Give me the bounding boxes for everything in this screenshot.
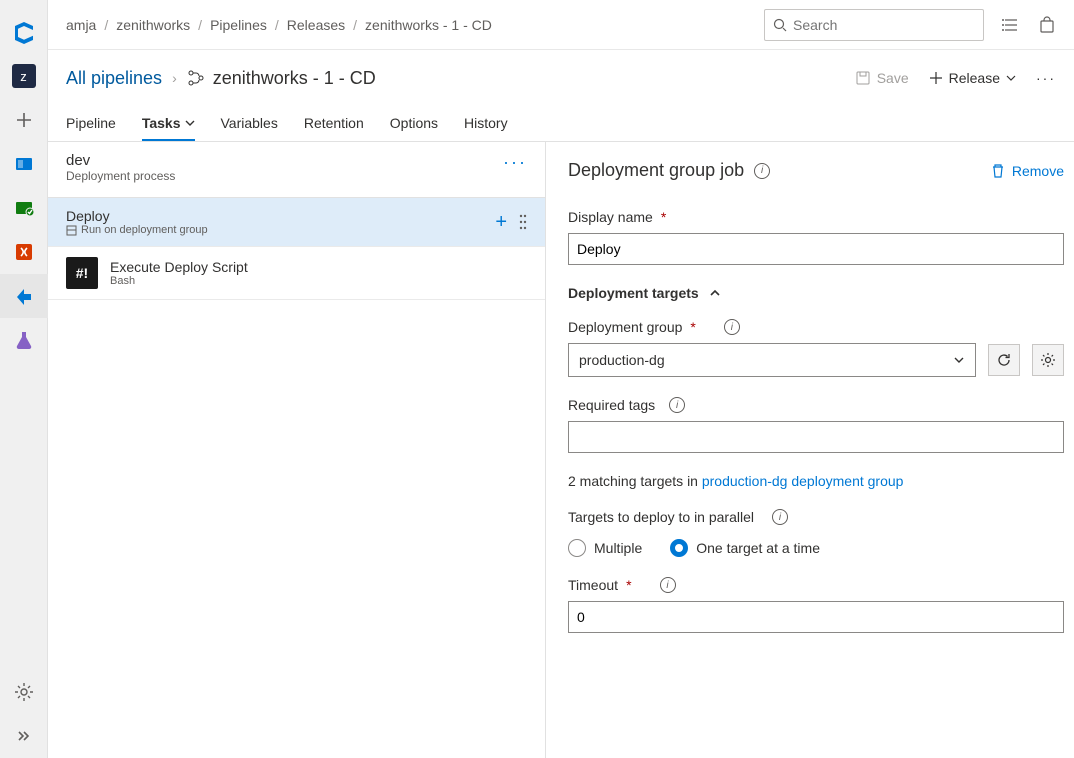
all-pipelines-link[interactable]: All pipelines	[66, 68, 162, 89]
tabs: Pipeline Tasks Variables Retention Optio…	[48, 106, 1074, 142]
tab-retention[interactable]: Retention	[304, 106, 364, 141]
crumb-2[interactable]: Pipelines	[210, 17, 267, 33]
chevron-right-icon: ›	[172, 70, 177, 86]
radio-off-icon	[568, 539, 586, 557]
gear-icon	[1040, 352, 1056, 368]
crumb-4[interactable]: zenithworks - 1 - CD	[365, 17, 492, 33]
search-input[interactable]	[764, 9, 984, 41]
search-icon	[773, 18, 787, 32]
stage-more-button[interactable]: ···	[503, 152, 527, 173]
rail-boards-icon[interactable]	[0, 142, 48, 186]
required-tags-input[interactable]	[568, 421, 1064, 453]
info-icon[interactable]: i	[669, 397, 685, 413]
refresh-icon	[996, 352, 1012, 368]
server-icon	[66, 225, 77, 236]
add-task-button[interactable]: +	[495, 211, 507, 234]
stage-subtitle: Deployment process	[66, 169, 503, 183]
deployment-targets-section[interactable]: Deployment targets	[568, 285, 1074, 301]
rail-settings-icon[interactable]	[0, 670, 48, 714]
crumb-3[interactable]: Releases	[287, 17, 345, 33]
tab-pipeline[interactable]: Pipeline	[66, 106, 116, 141]
tab-tasks[interactable]: Tasks	[142, 106, 195, 141]
info-icon[interactable]: i	[724, 319, 740, 335]
tasks-panel: dev Deployment process ··· Deploy Run on…	[48, 142, 546, 758]
tab-options[interactable]: Options	[390, 106, 438, 141]
nav-rail: z	[0, 0, 48, 758]
details-title: Deployment group job	[568, 160, 744, 181]
remove-button[interactable]: Remove	[990, 163, 1064, 179]
save-button[interactable]: Save	[855, 70, 909, 86]
task-execute-script[interactable]: #! Execute Deploy Script Bash	[48, 247, 545, 300]
radio-on-icon	[670, 539, 688, 557]
radio-one-at-a-time[interactable]: One target at a time	[670, 539, 820, 557]
rail-collapse-icon[interactable]	[0, 714, 48, 758]
refresh-button[interactable]	[988, 344, 1020, 376]
rail-testplans-icon[interactable]	[0, 318, 48, 362]
tab-variables[interactable]: Variables	[221, 106, 278, 141]
chevron-up-icon	[709, 287, 721, 299]
info-icon[interactable]: i	[660, 577, 676, 593]
stage-header[interactable]: dev Deployment process ···	[48, 142, 545, 198]
deployment-group-select[interactable]: production-dg	[568, 343, 976, 377]
rail-repos-icon[interactable]	[0, 186, 48, 230]
matching-targets-text: 2 matching targets in production-dg depl…	[568, 473, 1074, 489]
pipeline-icon	[187, 69, 205, 87]
manage-button[interactable]	[1032, 344, 1064, 376]
bag-icon[interactable]	[1038, 16, 1056, 34]
deployment-group-link[interactable]: production-dg deployment group	[702, 473, 904, 489]
crumb-0[interactable]: amja	[66, 17, 96, 33]
save-icon	[855, 70, 871, 86]
display-name-input[interactable]	[568, 233, 1064, 265]
info-icon[interactable]: i	[772, 509, 788, 525]
list-icon[interactable]	[1002, 16, 1020, 34]
rail-artifacts-icon[interactable]	[0, 230, 48, 274]
timeout-label: Timeout* i	[568, 577, 1064, 593]
chevron-down-icon	[1006, 73, 1016, 83]
deployment-group-label: Deployment group* i	[568, 319, 1064, 335]
crumb-1[interactable]: zenithworks	[116, 17, 190, 33]
job-deploy[interactable]: Deploy Run on deployment group +	[48, 198, 545, 247]
timeout-input[interactable]	[568, 601, 1064, 633]
rail-logo[interactable]	[0, 10, 48, 54]
chevron-down-icon	[953, 354, 965, 366]
more-button[interactable]: ···	[1036, 70, 1056, 86]
stage-name: dev	[66, 152, 503, 169]
details-panel: Deployment group job i Remove Display na…	[546, 142, 1074, 758]
page-title: zenithworks - 1 - CD	[187, 68, 376, 89]
drag-handle[interactable]	[519, 214, 527, 230]
plus-icon	[929, 71, 943, 85]
info-icon[interactable]: i	[754, 163, 770, 179]
display-name-label: Display name*	[568, 209, 1064, 225]
parallel-label: Targets to deploy to in parallel i	[568, 509, 1074, 525]
rail-add[interactable]	[0, 98, 48, 142]
trash-icon	[990, 163, 1006, 179]
rail-project[interactable]: z	[0, 54, 48, 98]
bash-icon: #!	[66, 257, 98, 289]
required-tags-label: Required tags i	[568, 397, 1064, 413]
page-header: All pipelines › zenithworks - 1 - CD Sav…	[48, 50, 1074, 106]
breadcrumb: amja/ zenithworks/ Pipelines/ Releases/ …	[66, 17, 492, 33]
release-button[interactable]: Release	[929, 70, 1016, 86]
tab-history[interactable]: History	[464, 106, 508, 141]
radio-multiple[interactable]: Multiple	[568, 539, 642, 557]
topbar: amja/ zenithworks/ Pipelines/ Releases/ …	[48, 0, 1074, 50]
chevron-down-icon	[185, 118, 195, 128]
rail-pipelines-icon[interactable]	[0, 274, 48, 318]
